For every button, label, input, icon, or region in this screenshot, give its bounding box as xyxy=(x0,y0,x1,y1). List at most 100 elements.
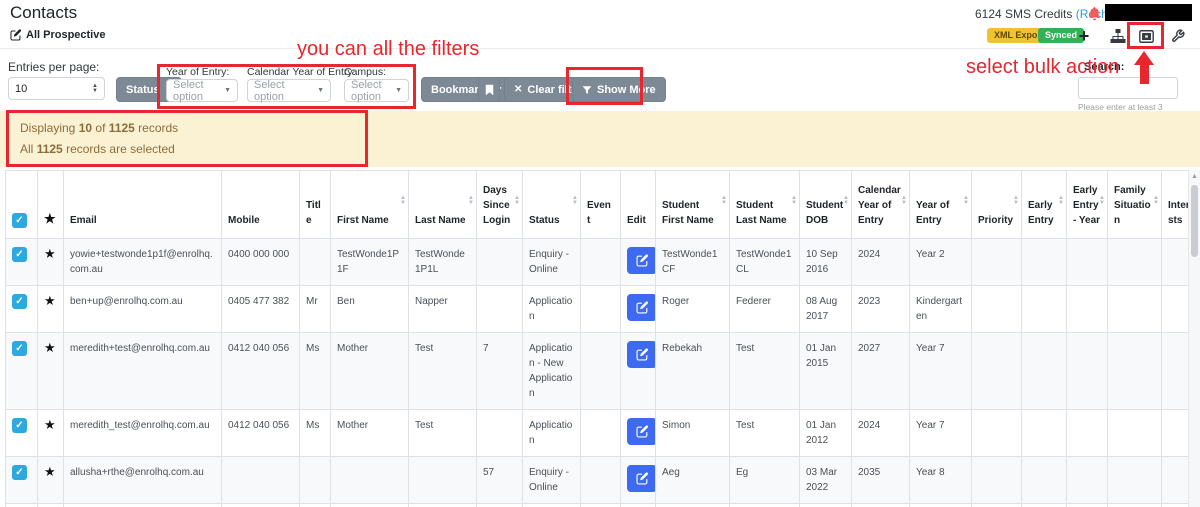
edit-button[interactable] xyxy=(627,465,655,492)
column-header-priority[interactable]: Priority ▲ ▼ xyxy=(971,170,1022,239)
cell-status: Enquiry - Online xyxy=(522,238,581,286)
year-of-entry-select[interactable]: Select option ▼ xyxy=(166,79,238,103)
cell-student_first_name: Aeg xyxy=(655,456,730,504)
cell-edit xyxy=(620,238,656,286)
sort-icon[interactable]: ▲ ▼ xyxy=(514,195,520,206)
sort-icon[interactable]: ▲ ▼ xyxy=(1013,195,1019,206)
column-header-status[interactable]: Status ▲ ▼ xyxy=(522,170,581,239)
row-checkbox[interactable]: ✓ xyxy=(12,341,27,356)
star-icon[interactable]: ★ xyxy=(44,464,56,479)
cell-early_entry_year xyxy=(1066,238,1108,286)
edit-button[interactable] xyxy=(627,247,655,274)
cell-student_first_name: Simon xyxy=(655,409,730,457)
column-header-family_situation[interactable]: Family Situation ▲ ▼ xyxy=(1107,170,1162,239)
cell-days_since_login: 7 xyxy=(476,332,523,410)
show-more-button[interactable]: Show More xyxy=(572,77,666,102)
bookmark-icon-button[interactable] xyxy=(478,77,500,102)
column-header-edit: Edit xyxy=(620,170,656,239)
sort-icon[interactable]: ▲ ▼ xyxy=(1058,195,1064,206)
column-header-student_dob[interactable]: Student DOB ▲ ▼ xyxy=(799,170,852,239)
sort-icon[interactable]: ▲ ▼ xyxy=(791,195,797,206)
cell-favorite: ★ xyxy=(37,285,64,333)
column-header-year_of_entry[interactable]: Year of Entry ▲ ▼ xyxy=(909,170,972,239)
vertical-scrollbar[interactable]: ▲ xyxy=(1188,170,1200,507)
cell-status: Application xyxy=(522,285,581,333)
settings-wrench-icon[interactable] xyxy=(1168,27,1188,45)
cell-family_situation xyxy=(1107,238,1162,286)
search-input[interactable] xyxy=(1078,77,1178,99)
cell-first_name: Mother xyxy=(330,409,409,457)
cell-priority xyxy=(971,238,1022,286)
column-header-favorite: ★ xyxy=(37,170,64,239)
bookmark-icon xyxy=(485,84,494,96)
sort-icon[interactable]: ▲ ▼ xyxy=(1153,195,1159,206)
cell-early_entry xyxy=(1021,332,1067,410)
column-header-early_entry[interactable]: Early Entry ▲ ▼ xyxy=(1021,170,1067,239)
campus-select[interactable]: Select option ▼ xyxy=(344,79,409,103)
entries-per-page-select[interactable]: 10 ▲ ▼ xyxy=(8,77,105,100)
star-icon[interactable]: ★ xyxy=(44,417,56,432)
row-checkbox[interactable]: ✓ xyxy=(12,465,27,480)
cell-mobile: 0412 040 056 xyxy=(221,332,300,410)
column-header-email: Email xyxy=(63,170,222,239)
add-icon[interactable]: + xyxy=(1074,27,1094,45)
sitemap-icon[interactable] xyxy=(1108,27,1128,45)
star-icon[interactable]: ★ xyxy=(44,211,56,226)
scrollbar-thumb[interactable] xyxy=(1191,185,1198,257)
cell-status: Enquiry - Online xyxy=(522,503,581,507)
stepper-icon: ▲ ▼ xyxy=(92,82,98,94)
sort-icon[interactable]: ▲ ▼ xyxy=(901,195,907,206)
cell-early_entry xyxy=(1021,503,1067,507)
cell-event xyxy=(580,332,621,410)
column-header-student_first_name[interactable]: Student First Name ▲ ▼ xyxy=(655,170,730,239)
cell-title xyxy=(299,238,331,286)
edit-button[interactable] xyxy=(627,418,655,445)
sort-icon[interactable]: ▲ ▼ xyxy=(468,195,474,206)
cell-favorite: ★ xyxy=(37,409,64,457)
column-header-days_since_login[interactable]: Days Since Login ▲ ▼ xyxy=(476,170,523,239)
view-selector[interactable]: All Prospective xyxy=(10,29,105,41)
sort-icon[interactable]: ▲ ▼ xyxy=(843,195,849,206)
cell-title xyxy=(299,456,331,504)
column-header-title: Title xyxy=(299,170,331,239)
sort-icon[interactable]: ▲ ▼ xyxy=(572,195,578,206)
cell-student_dob: 08 Aug 2017 xyxy=(799,285,852,333)
cell-early_entry_year xyxy=(1066,409,1108,457)
cell-edit xyxy=(620,332,656,410)
sort-icon[interactable]: ▲ ▼ xyxy=(400,195,406,206)
banner-line-2: All 1125 records are selected xyxy=(20,142,175,156)
star-icon[interactable]: ★ xyxy=(44,340,56,355)
x-icon: ✕ xyxy=(514,84,523,95)
column-header-last_name[interactable]: Last Name ▲ ▼ xyxy=(408,170,477,239)
edit-button[interactable] xyxy=(627,341,655,368)
row-checkbox[interactable]: ✓ xyxy=(12,418,27,433)
bulk-action-icon[interactable] xyxy=(1136,27,1156,45)
column-header-interests[interactable]: Interests▲▼ xyxy=(1161,170,1188,239)
caret-down-icon: ▼ xyxy=(395,87,402,94)
cell-mobile: 0498 059 500 xyxy=(221,503,300,507)
column-header-early_entry_year[interactable]: Early Entry - Year ▲ ▼ xyxy=(1066,170,1108,239)
column-header-calendar_year_of_entry[interactable]: Calendar Year of Entry ▲ ▼ xyxy=(851,170,910,239)
star-icon[interactable]: ★ xyxy=(44,293,56,308)
sort-icon[interactable]: ▲ ▼ xyxy=(721,195,727,206)
column-header-first_name[interactable]: First Name ▲ ▼ xyxy=(330,170,409,239)
cell-interests xyxy=(1161,238,1188,286)
star-icon[interactable]: ★ xyxy=(44,246,56,261)
cell-email: ben+up@enrolhq.com.au xyxy=(63,285,222,333)
select-all-checkbox[interactable]: ✓ xyxy=(12,213,27,228)
cell-family_situation xyxy=(1107,456,1162,504)
cell-first_name xyxy=(330,456,409,504)
contacts-table: ✓ ★ Email Mobile Title First Name ▲ ▼ Last Name ▲… xyxy=(5,170,1188,507)
column-header-student_last_name[interactable]: Student Last Name ▲ ▼ xyxy=(729,170,800,239)
edit-button[interactable] xyxy=(627,294,655,321)
row-checkbox[interactable]: ✓ xyxy=(12,247,27,262)
sort-icon[interactable]: ▲ ▼ xyxy=(1099,195,1105,206)
cell-year_of_entry: Kindergarten xyxy=(909,285,972,333)
caret-down-icon: ▼ xyxy=(317,87,324,94)
notifications-bell-icon[interactable] xyxy=(1087,6,1102,26)
calendar-year-of-entry-select[interactable]: Select option ▼ xyxy=(247,79,331,103)
sort-icon[interactable]: ▲ ▼ xyxy=(963,195,969,206)
records-banner: Displaying 10 of 1125 records All 1125 r… xyxy=(0,111,1200,167)
row-checkbox[interactable]: ✓ xyxy=(12,294,27,309)
scroll-up-icon[interactable]: ▲ xyxy=(1189,170,1200,180)
